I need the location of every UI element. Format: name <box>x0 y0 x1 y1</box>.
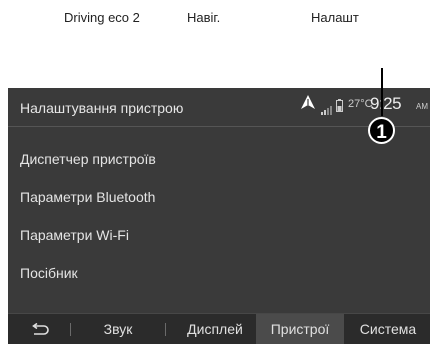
tab-display[interactable]: Дисплей <box>176 314 254 344</box>
bottom-tab-bar: Звук Дисплей Пристрої Система <box>8 313 430 344</box>
battery-icon <box>336 99 343 117</box>
tab-devices[interactable]: Пристрої <box>256 314 344 344</box>
menu-item-bluetooth[interactable]: Параметри Bluetooth <box>8 178 430 216</box>
tab-settings[interactable]: Налашт <box>311 10 359 25</box>
tab-divider <box>165 323 166 336</box>
tab-divider <box>70 323 71 336</box>
callout-line <box>381 68 383 116</box>
back-button[interactable] <box>20 314 60 344</box>
top-tabs: Driving eco 2 Навіг. Налашт <box>0 0 430 48</box>
back-arrow-icon <box>32 323 49 336</box>
tab-driving-eco[interactable]: Driving eco 2 <box>64 10 140 25</box>
menu-item-guide[interactable]: Посібник <box>8 254 430 292</box>
infotainment-screen: Налаштування пристрою 27°C 9:25 AM Диспе… <box>8 88 430 344</box>
menu-item-device-manager[interactable]: Диспетчер пристроїв <box>8 140 430 178</box>
signal-icon <box>321 102 333 120</box>
tab-system[interactable]: Система <box>346 314 430 344</box>
status-bar: 27°C 9:25 AM <box>300 94 430 120</box>
tab-sound[interactable]: Звук <box>80 314 156 344</box>
settings-menu: Диспетчер пристроїв Параметри Bluetooth … <box>8 140 430 292</box>
tab-navigation[interactable]: Навіг. <box>187 10 220 25</box>
temperature-readout: 27°C <box>348 98 373 110</box>
screen-header: Налаштування пристрою 27°C 9:25 AM <box>8 88 430 127</box>
page-title: Налаштування пристрою <box>20 100 184 116</box>
navigation-arrow-icon <box>300 94 316 115</box>
menu-item-wifi[interactable]: Параметри Wi-Fi <box>8 216 430 254</box>
clock: 9:25 <box>370 94 402 113</box>
clock-ampm: AM <box>416 102 428 111</box>
callout-marker: 1 <box>368 117 395 144</box>
